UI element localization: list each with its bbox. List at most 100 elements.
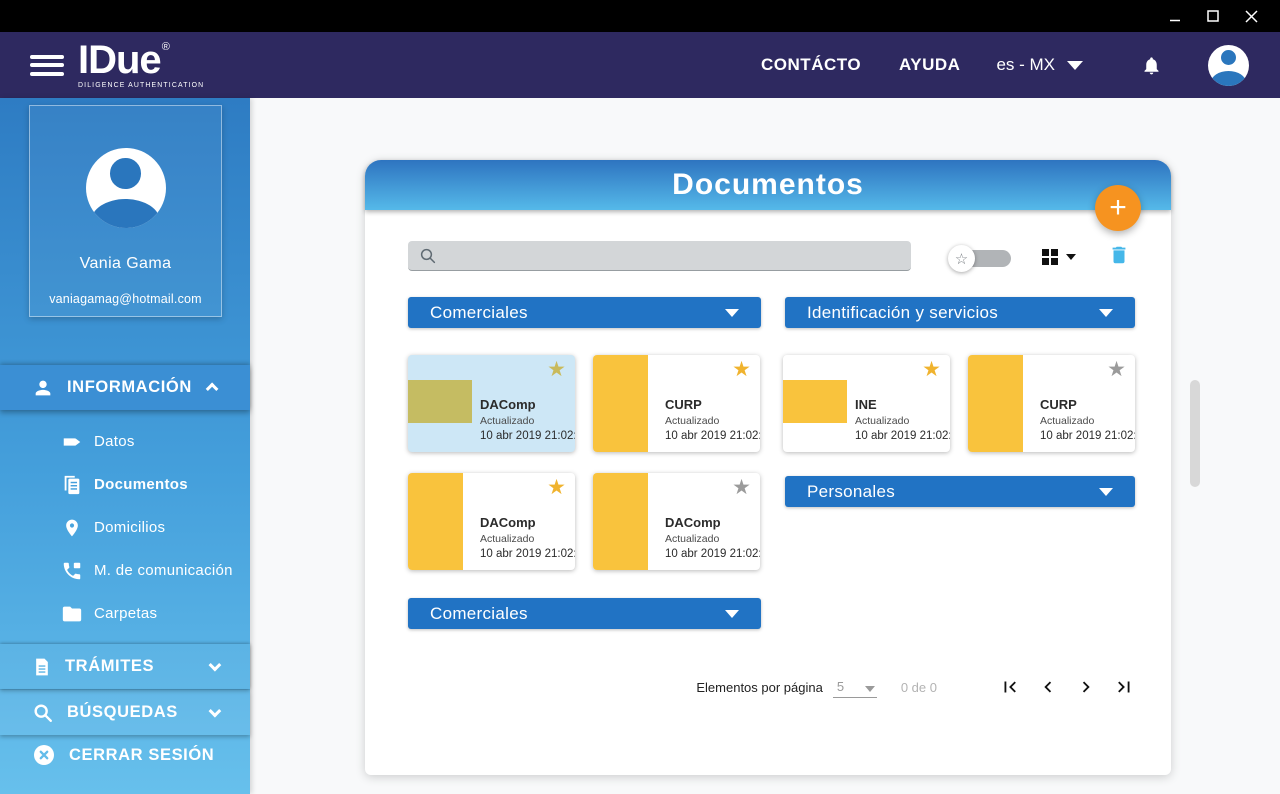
map-pin-icon [60,517,84,539]
document-status: Actualizado [480,533,571,545]
caret-down-icon [865,686,875,692]
document-card[interactable]: ★ INE Actualizado 10 abr 2019 21:02:50 [783,355,950,452]
search-icon [32,702,54,724]
chevron-down-icon [1099,488,1113,496]
nav-help[interactable]: AYUDA [899,55,960,75]
avatar-head [1221,50,1237,66]
document-card[interactable]: ★ DAComp Actualizado 10 abr 2019 21:02:5… [408,355,575,452]
star-icon[interactable]: ★ [732,477,751,498]
minimize-icon [1169,10,1181,22]
next-page-button[interactable] [1075,676,1097,698]
maximize-button[interactable] [1194,0,1232,32]
profile-name: Vania Gama [30,255,221,273]
first-page-button[interactable] [999,676,1021,698]
pagination-nav [983,676,1135,698]
document-title: INE [855,397,946,412]
minimize-button[interactable] [1156,0,1194,32]
nav-contact[interactable]: CONTÁCTO [761,55,861,75]
document-date: 10 abr 2019 21:02:50 [480,548,571,560]
star-icon[interactable]: ★ [732,359,751,380]
app-window: IDue ® DILIGENCE AUTHENTICATION CONTÁCTO… [0,0,1280,794]
trash-icon [1108,243,1130,267]
last-page-button[interactable] [1113,676,1135,698]
star-icon[interactable]: ★ [922,359,941,380]
page-range: 0 de 0 [901,680,937,695]
sidebar-item-domicilios[interactable]: Domicilios [0,506,250,549]
panel-header: Documentos [365,160,1171,210]
close-icon [1245,10,1258,23]
person-icon [32,377,54,399]
notifications-bell-icon[interactable] [1141,55,1162,76]
category-bar-identificacion[interactable]: Identificación y servicios [785,297,1135,328]
star-icon[interactable]: ★ [1107,359,1126,380]
logo-text: IDue [78,40,161,80]
scrollbar-thumb[interactable] [1190,380,1200,487]
document-thumbnail [783,380,847,423]
pagination: Elementos por página 5 0 de 0 [696,670,1135,704]
sidebar-logout[interactable]: CERRAR SESIÓN [0,734,250,776]
maximize-icon [1207,10,1219,22]
document-thumbnail [408,380,472,423]
document-card[interactable]: ★ CURP Actualizado 10 abr 2019 21:02:50 [593,355,760,452]
document-status: Actualizado [665,533,756,545]
category-bar-comerciales[interactable]: Comerciales [408,297,761,328]
document-title: CURP [665,397,756,412]
logout-circle-x-icon [32,743,56,767]
card-icon [60,431,84,453]
document-date: 10 abr 2019 21:02:50 [855,430,946,442]
search-input[interactable] [408,241,911,271]
document-card[interactable]: ★ DAComp Actualizado 10 abr 2019 21:02:5… [593,473,760,570]
chevron-down-icon [1067,61,1083,70]
document-card[interactable]: ★ CURP Actualizado 10 abr 2019 21:02:50 [968,355,1135,452]
sidebar-section-tramites[interactable]: TRÁMITES [0,644,250,689]
chevron-down-icon [209,705,222,718]
add-document-button[interactable]: + [1095,185,1141,231]
profile-email: vaniagamag@hotmail.com [30,292,221,306]
trash-button[interactable] [1108,243,1130,267]
sidebar-item-carpetas[interactable]: Carpetas [0,592,250,635]
language-selector[interactable]: es - MX [996,55,1083,75]
registered-mark: ® [162,42,170,53]
document-date: 10 abr 2019 21:02:50 [665,430,756,442]
search-box [408,241,911,271]
sidebar-section-informacion[interactable]: INFORMACIÓN [0,365,250,410]
search-icon [419,247,437,265]
sidebar-item-datos[interactable]: Datos [0,420,250,463]
items-per-page-select[interactable]: 5 [833,676,877,698]
chevron-down-icon [725,610,739,618]
document-title: DAComp [665,515,756,530]
category-bar-comerciales-2[interactable]: Comerciales [408,598,761,629]
document-thumbnail [593,473,648,570]
profile-avatar [86,148,166,228]
document-title: DAComp [480,397,571,412]
app-logo[interactable]: IDue ® DILIGENCE AUTHENTICATION [78,40,204,90]
favorites-toggle[interactable]: ☆ [948,245,1011,272]
document-date: 10 abr 2019 21:02:50 [1040,430,1131,442]
window-titlebar [0,0,1280,32]
category-bar-personales[interactable]: Personales [785,476,1135,507]
language-label: es - MX [996,55,1055,75]
app-header: IDue ® DILIGENCE AUTHENTICATION CONTÁCTO… [0,32,1280,98]
menu-icon[interactable] [30,50,64,80]
star-icon[interactable]: ★ [547,477,566,498]
sidebar: Vania Gama vaniagamag@hotmail.com INFORM… [0,98,250,794]
user-avatar[interactable] [1208,45,1249,86]
star-icon[interactable]: ★ [547,359,566,380]
view-mode-button[interactable] [1042,249,1076,265]
logo-subtitle: DILIGENCE AUTHENTICATION [78,83,204,90]
first-page-icon [999,676,1021,698]
sidebar-menu: Datos Documentos Domicilios [0,420,250,635]
documents-panel: Documentos + ☆ Comerciales [365,160,1171,775]
sidebar-item-comunicacion[interactable]: M. de comunicación [0,549,250,592]
document-status: Actualizado [855,415,946,427]
document-card[interactable]: ★ DAComp Actualizado 10 abr 2019 21:02:5… [408,473,575,570]
close-button[interactable] [1232,0,1270,32]
main-content: Documentos + ☆ Comerciales [250,98,1280,794]
sidebar-section-busquedas[interactable]: BÚSQUEDAS [0,690,250,735]
document-icon [32,656,52,678]
items-per-page-label: Elementos por página [696,680,822,695]
sidebar-item-documentos[interactable]: Documentos [0,463,250,506]
document-thumbnail [408,473,463,570]
document-thumbnail [593,355,648,452]
previous-page-button[interactable] [1037,676,1059,698]
